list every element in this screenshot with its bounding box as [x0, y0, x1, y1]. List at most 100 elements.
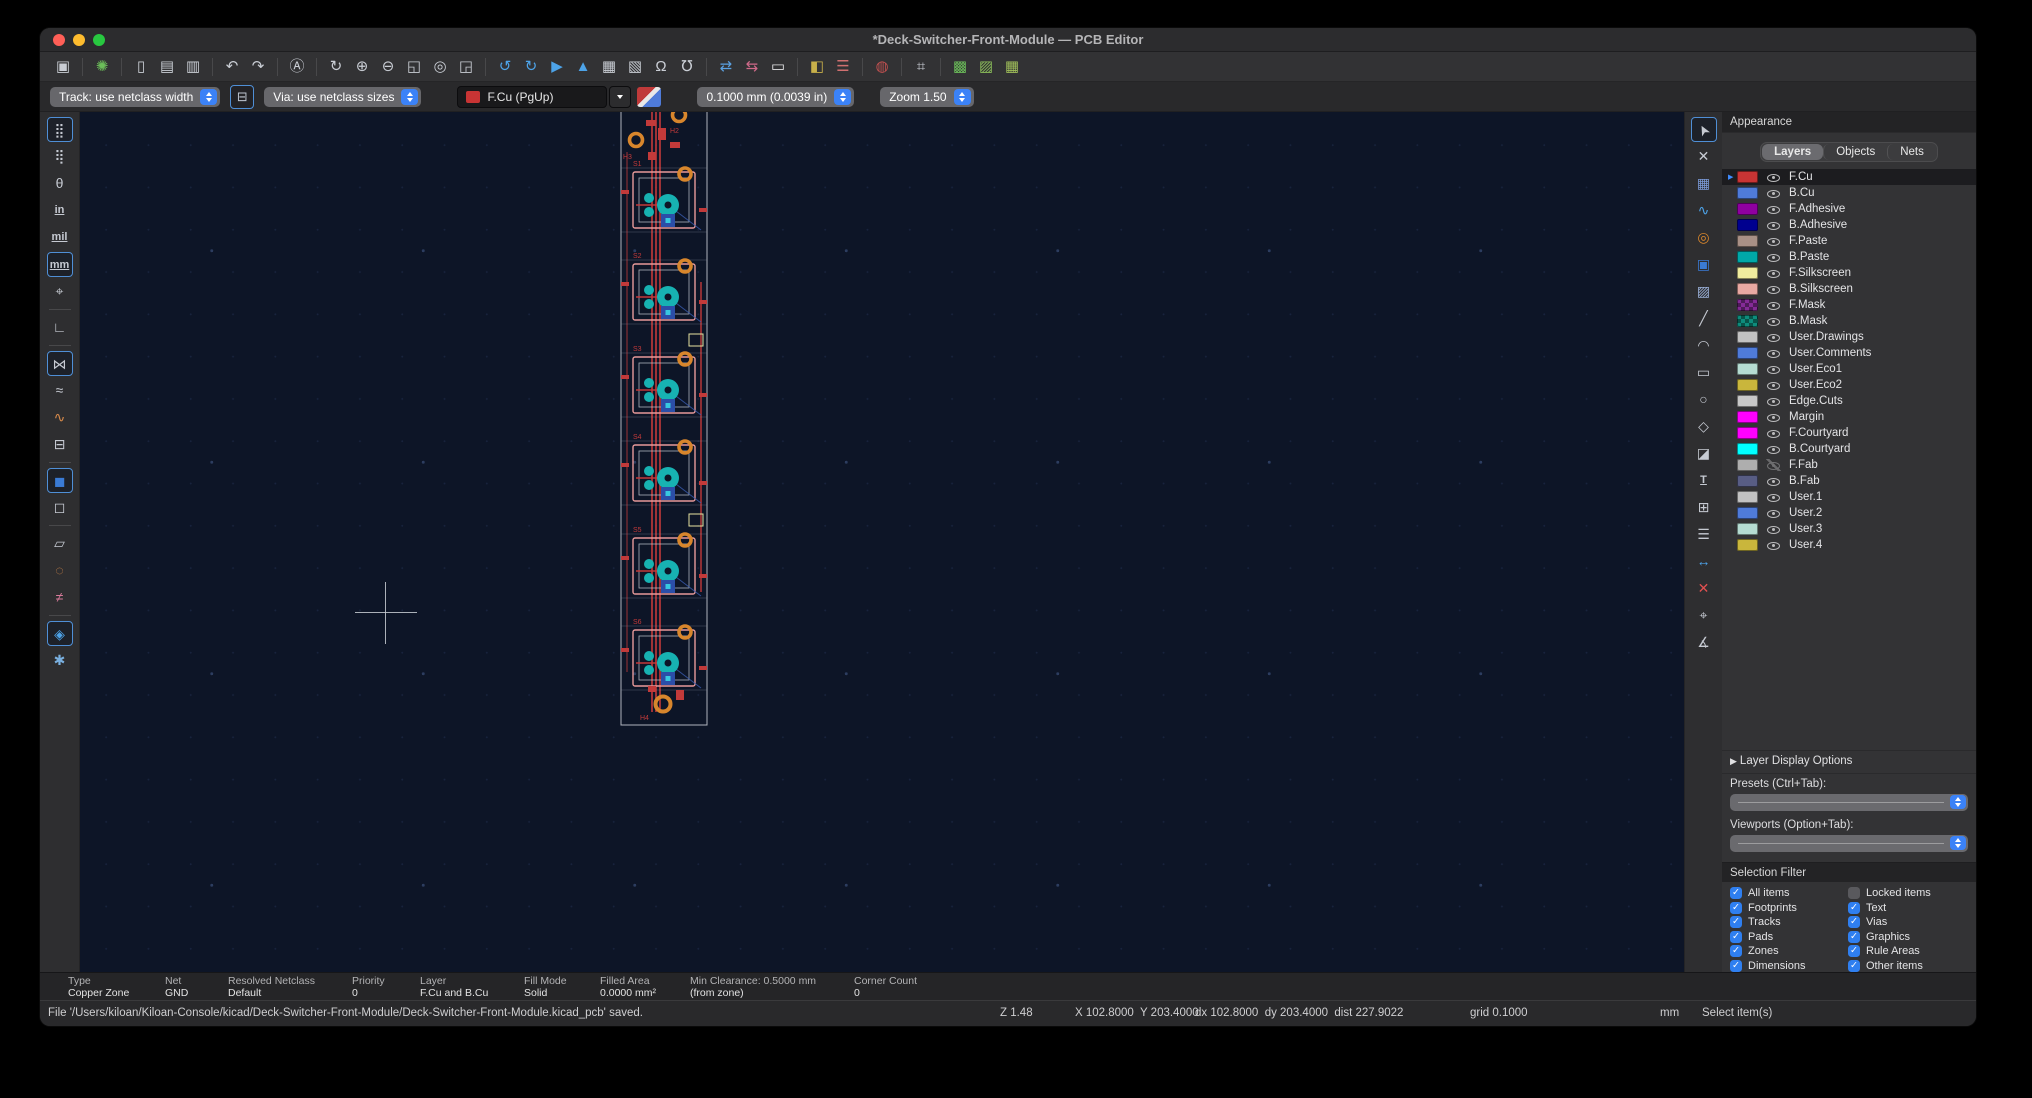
layer-color-swatch[interactable] [1737, 491, 1758, 503]
filter-item-footprints[interactable]: ✓Footprints [1730, 901, 1848, 914]
via-size-dropdown[interactable]: Via: use netclass sizes [264, 87, 421, 107]
sketch-tracks-icon[interactable]: ≠ [47, 585, 73, 610]
checkbox-checked-icon[interactable]: ✓ [1848, 931, 1860, 943]
crosshair-cursor-icon[interactable]: ⌖ [47, 279, 73, 304]
layer-pair-indicator-icon[interactable] [637, 87, 661, 107]
eye-icon[interactable] [1766, 395, 1781, 407]
layer-color-swatch[interactable] [1737, 187, 1758, 199]
presets-dropdown[interactable] [1730, 794, 1968, 811]
plugin-icon[interactable]: ◍ [870, 55, 894, 79]
draw-circle-icon[interactable]: ○ [1691, 387, 1717, 412]
layer-color-swatch[interactable] [1737, 379, 1758, 391]
eye-icon[interactable] [1766, 443, 1781, 455]
layer-row-f-cu[interactable]: ▶F.Cu [1722, 169, 1976, 185]
checkbox-checked-icon[interactable]: ✓ [1848, 902, 1860, 914]
layer-color-swatch[interactable] [1737, 443, 1758, 455]
add-image-icon[interactable]: ◪ [1691, 441, 1717, 466]
active-layer-dropdown[interactable]: F.Cu (PgUp) [457, 86, 607, 108]
checkbox-checked-icon[interactable]: ✓ [1848, 960, 1860, 972]
layer-color-swatch[interactable] [1737, 507, 1758, 519]
update-pcb-from-schematic-icon[interactable]: ⇄ [714, 55, 738, 79]
eye-icon[interactable] [1766, 427, 1781, 439]
layer-row-edge-cuts[interactable]: Edge.Cuts [1722, 393, 1976, 409]
eye-icon[interactable] [1766, 475, 1781, 487]
layer-color-swatch[interactable] [1737, 171, 1758, 183]
flip-vertical-icon[interactable]: ▲ [571, 55, 595, 79]
filter-item-zones[interactable]: ✓Zones [1730, 945, 1848, 958]
eye-off-icon[interactable] [1766, 459, 1781, 471]
rotate-ccw-icon[interactable]: ↺ [493, 55, 517, 79]
layer-row-b-adhesive[interactable]: B.Adhesive [1722, 217, 1976, 233]
select-tool-icon[interactable]: ➤ [1691, 117, 1717, 142]
layer-row-f-mask[interactable]: F.Mask [1722, 297, 1976, 313]
eye-icon[interactable] [1766, 507, 1781, 519]
pcb-canvas[interactable]: S1S2S3S4S5S6H3H2H4 [80, 112, 1684, 972]
layer-row-user-eco1[interactable]: User.Eco1 [1722, 361, 1976, 377]
tab-layers[interactable]: Layers [1762, 144, 1823, 160]
save-icon[interactable]: ▣ [51, 55, 75, 79]
group-icon[interactable]: ▦ [597, 55, 621, 79]
sketch-pads-icon[interactable]: ◌ [47, 558, 73, 583]
units-mils-button[interactable]: mil [47, 225, 73, 250]
eye-icon[interactable] [1766, 363, 1781, 375]
add-footprint-icon[interactable]: ▦ [1691, 171, 1717, 196]
layer-color-swatch[interactable] [1737, 315, 1758, 327]
draw-arc-icon[interactable]: ◠ [1691, 333, 1717, 358]
ratsnest-curved-icon[interactable]: ≈ [47, 378, 73, 403]
layer-color-swatch[interactable] [1737, 459, 1758, 471]
layer-row-f-fab[interactable]: F.Fab [1722, 457, 1976, 473]
eye-icon[interactable] [1766, 235, 1781, 247]
add-textbox-icon[interactable]: ⊞ [1691, 495, 1717, 520]
plot-icon[interactable]: ▥ [181, 55, 205, 79]
footprint-browser-icon[interactable]: ▦ [1000, 55, 1024, 79]
layer-color-swatch[interactable] [1737, 235, 1758, 247]
track-posture-button[interactable]: ⊟ [230, 85, 254, 109]
add-zone-icon[interactable]: ▣ [1691, 252, 1717, 277]
filter-item-vias[interactable]: ✓Vias [1848, 916, 1976, 929]
layer-row-f-adhesive[interactable]: F.Adhesive [1722, 201, 1976, 217]
layer-color-swatch[interactable] [1737, 331, 1758, 343]
refresh-icon[interactable]: ↻ [324, 55, 348, 79]
grid-dots-icon[interactable]: ⣿ [47, 117, 73, 142]
grid-overrides-icon[interactable]: ⢿ [47, 144, 73, 169]
checkbox-checked-icon[interactable]: ✓ [1730, 887, 1742, 899]
footprint-editor-icon[interactable]: ◧ [805, 55, 829, 79]
eye-icon[interactable] [1766, 523, 1781, 535]
filter-item-all-items[interactable]: ✓All items [1730, 887, 1848, 900]
net-highlight-icon[interactable]: ∿ [47, 405, 73, 430]
pcb-board-graphic[interactable]: S1S2S3S4S5S6H3H2H4 [80, 112, 1684, 972]
add-via-icon[interactable]: ◎ [1691, 225, 1717, 250]
eye-icon[interactable] [1766, 171, 1781, 183]
tab-nets[interactable]: Nets [1887, 144, 1936, 160]
layer-display-options-toggle[interactable]: ▶Layer Display Options [1722, 750, 1976, 773]
layer-row-user-comments[interactable]: User.Comments [1722, 345, 1976, 361]
viewports-dropdown[interactable] [1730, 835, 1968, 852]
checkbox-checked-icon[interactable]: ✓ [1730, 931, 1742, 943]
layer-row-f-paste[interactable]: F.Paste [1722, 233, 1976, 249]
drc-checker-icon[interactable]: ☰ [831, 55, 855, 79]
units-mm-button[interactable]: mm [47, 252, 73, 277]
layer-color-swatch[interactable] [1737, 475, 1758, 487]
find-icon[interactable]: Ⓐ [285, 55, 309, 79]
filter-item-dimensions[interactable]: ✓Dimensions [1730, 959, 1848, 972]
layer-color-swatch[interactable] [1737, 299, 1758, 311]
route-tracks-icon[interactable]: ∿ [1691, 198, 1717, 223]
layer-row-f-courtyard[interactable]: F.Courtyard [1722, 425, 1976, 441]
layer-row-b-fab[interactable]: B.Fab [1722, 473, 1976, 489]
eye-icon[interactable] [1766, 411, 1781, 423]
draw-polygon-icon[interactable]: ◇ [1691, 414, 1717, 439]
eye-icon[interactable] [1766, 219, 1781, 231]
eye-icon[interactable] [1766, 203, 1781, 215]
rotate-cw-icon[interactable]: ↻ [519, 55, 543, 79]
place-origin-icon[interactable]: ⌖ [1691, 603, 1717, 628]
symbol-editor-icon[interactable]: ▨ [974, 55, 998, 79]
layer-color-swatch[interactable] [1737, 267, 1758, 279]
zoom-to-selection-icon[interactable]: ◲ [454, 55, 478, 79]
eye-icon[interactable] [1766, 187, 1781, 199]
layer-row-b-courtyard[interactable]: B.Courtyard [1722, 441, 1976, 457]
tools-icon[interactable]: ✱ [47, 648, 73, 673]
zoom-fit-objects-icon[interactable]: ◎ [428, 55, 452, 79]
eye-icon[interactable] [1766, 347, 1781, 359]
tab-objects[interactable]: Objects [1823, 144, 1887, 160]
grid-dropdown[interactable]: 0.1000 mm (0.0039 in) [697, 87, 854, 107]
